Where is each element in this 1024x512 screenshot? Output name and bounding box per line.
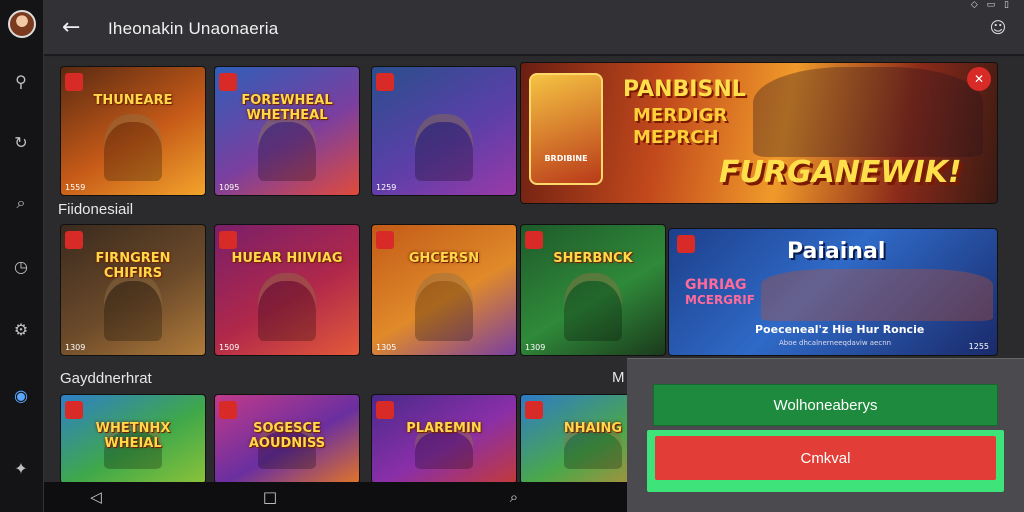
tile-tag <box>219 401 237 419</box>
nav-home-icon[interactable]: □ <box>260 487 280 507</box>
tile-title: FOREWHEAL WHETHEAL <box>241 93 333 123</box>
app-screen: ⚲ ↻ ⌕ ◷ ⚙ ◉ ✦ ← Ihеonakin Unаonaeria ◇ ▭ ▯ ☺ T… <box>0 0 1024 512</box>
banner-top-line4: FURGANEWIK! <box>719 155 962 190</box>
tile-hero-art <box>564 273 622 341</box>
tile-count: 1509 <box>219 343 240 352</box>
game-tile[interactable]: 1259 <box>371 66 517 196</box>
tile-tag <box>219 73 237 91</box>
banner-top-line3: MEPRCH <box>633 127 719 148</box>
tile-count: 1309 <box>65 343 86 352</box>
tile-hero-art <box>415 114 473 181</box>
tile-tag <box>376 231 394 249</box>
section-title-row3: Gayddnerhrat <box>60 370 152 387</box>
tile-hero-art <box>258 114 316 181</box>
section-title-row2: Fiidonesiail <box>58 201 134 218</box>
tile-hero-art <box>258 273 316 341</box>
game-tile[interactable]: WHETNHX WHEIAL <box>60 394 206 482</box>
clock-icon[interactable]: ◷ <box>10 255 32 277</box>
refresh-icon[interactable]: ↻ <box>10 131 32 153</box>
tile-title: PLAREMIN <box>406 421 482 436</box>
status-bar-icons: ◇ ▭ ▯ <box>970 0 1012 10</box>
banner-mid-tag <box>677 235 695 253</box>
banner-mid-heroes <box>761 269 993 321</box>
banner-top-line1: PANBISNL <box>623 77 746 102</box>
top-app-bar: ← Ihеonakin Unаonaeria ◇ ▭ ▯ ☺ <box>44 0 1024 56</box>
tile-hero-art <box>415 273 473 341</box>
banner-card-text: BRDIBINE <box>544 154 588 163</box>
back-arrow-icon[interactable]: ← <box>62 16 86 40</box>
tile-count: 1309 <box>525 343 546 352</box>
cancel-button[interactable]: Cmkval <box>655 436 996 480</box>
tile-tag <box>525 401 543 419</box>
game-tile[interactable]: SOGESCE AOUDNISS <box>214 394 360 482</box>
game-tile[interactable]: PLAREMIN <box>371 394 517 482</box>
tile-title: THUNEARE <box>93 93 173 108</box>
game-tile[interactable]: HUEAR HIIVIAG 1509 <box>214 224 360 356</box>
cancel-button-focus-ring: Cmkval <box>647 430 1004 492</box>
nav-back-icon[interactable]: ◁ <box>86 487 106 507</box>
game-tile[interactable]: FIRNGREN CHIFIRS 1309 <box>60 224 206 356</box>
tile-count: 1259 <box>376 183 397 192</box>
tile-hero-art <box>104 273 162 341</box>
tile-title: GHCERSN <box>408 251 480 266</box>
account-icon[interactable]: ☺ <box>988 18 1008 38</box>
tile-title: HUEAR HIIVIAG <box>231 251 343 266</box>
nav-search-icon[interactable]: ⌕ <box>504 487 524 507</box>
featured-banner-mid[interactable]: Paiainal GHRIAG MCERGRIF Poeceneal'z Hie… <box>668 228 998 356</box>
avatar[interactable] <box>8 10 36 38</box>
tile-tag <box>65 73 83 91</box>
action-panel: Wolhoneaberys Cmkval <box>627 358 1024 512</box>
game-tile[interactable]: THUNEARE 1559 <box>60 66 206 196</box>
tile-tag <box>219 231 237 249</box>
settings-icon[interactable]: ⚙ <box>10 318 32 340</box>
confirm-button[interactable]: Wolhoneaberys <box>653 384 998 426</box>
tile-title: WHETNHX WHEIAL <box>95 421 171 451</box>
tile-count: 1305 <box>376 343 397 352</box>
banner-heroes <box>753 67 983 157</box>
game-tile[interactable]: GHCERSN 1305 <box>371 224 517 356</box>
tile-hero-art <box>104 114 162 181</box>
banner-top-line2: MERDIGR <box>633 105 728 126</box>
system-nav-bar: ◁ □ ⌕ <box>44 482 627 512</box>
tile-tag <box>65 401 83 419</box>
banner-mid-title: Paiainal <box>787 239 886 264</box>
section-more-link[interactable]: M <box>612 369 625 386</box>
tile-tag <box>65 231 83 249</box>
tile-tag <box>376 73 394 91</box>
game-tile[interactable]: SHERBNCK 1309 <box>520 224 666 356</box>
tile-tag <box>525 231 543 249</box>
page-title: Ihеonakin Unаonaeria <box>108 19 279 38</box>
banner-mid-sub2: MCERGRIF <box>685 293 755 307</box>
banner-mid-small: Aboe dhcalnerneeqdaviw aecnn <box>779 339 892 347</box>
tile-count: 1559 <box>65 183 86 192</box>
banner-mid-line: Poeceneal'z Hie Hur Roncie <box>755 323 925 336</box>
banner-card: BRDIBINE <box>529 73 603 185</box>
banner-mid-sub1: GHRIAG <box>685 277 747 293</box>
search-icon[interactable]: ⚲ <box>10 70 32 92</box>
game-tile[interactable]: FOREWHEAL WHETHEAL 1095 <box>214 66 360 196</box>
side-rail: ⚲ ↻ ⌕ ◷ ⚙ ◉ ✦ <box>0 0 44 512</box>
banner-mid-count: 1255 <box>968 342 989 351</box>
tile-title: SOGESCE AOUDNISS <box>248 421 326 451</box>
tile-tag <box>376 401 394 419</box>
tile-title: SHERBNCK <box>553 251 633 266</box>
globe-icon[interactable]: ◉ <box>10 384 32 406</box>
pin-icon[interactable]: ✦ <box>10 457 32 479</box>
banner-close-icon[interactable]: ✕ <box>967 67 991 91</box>
featured-banner-top[interactable]: BRDIBINE PANBISNL MERDIGR MEPRCH FURGANE… <box>520 62 998 204</box>
search-alt-icon[interactable]: ⌕ <box>10 192 32 214</box>
tile-title: FIRNGREN CHIFIRS <box>95 251 171 281</box>
tile-count: 1095 <box>219 183 240 192</box>
